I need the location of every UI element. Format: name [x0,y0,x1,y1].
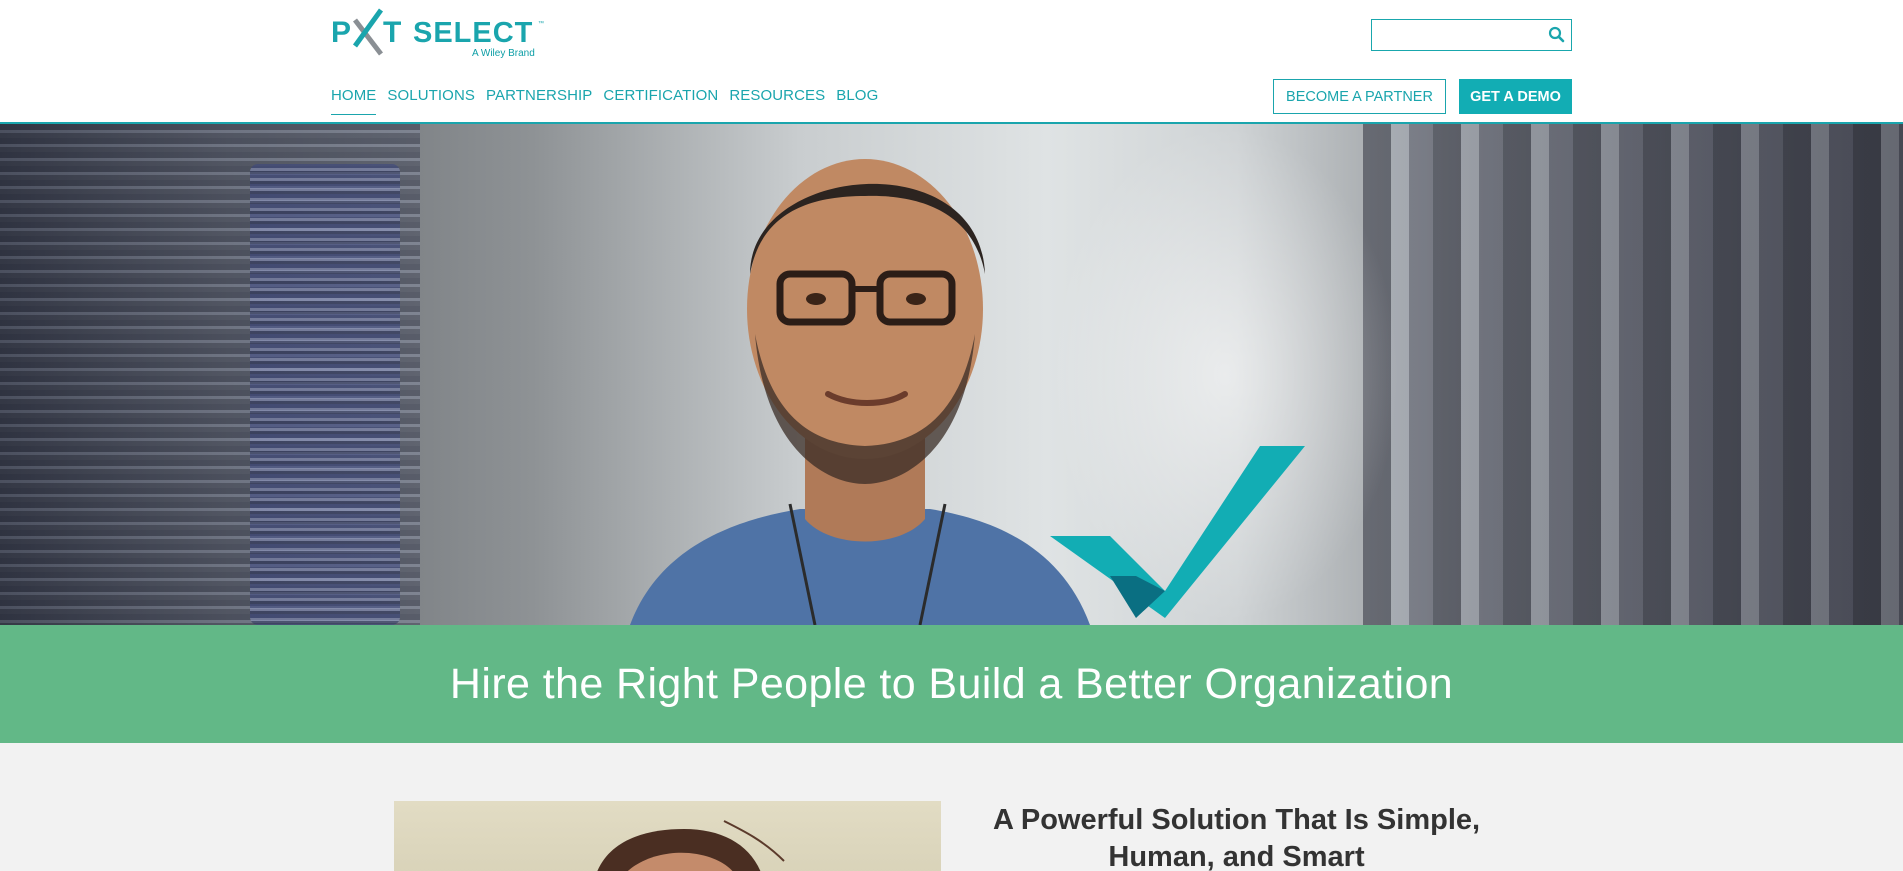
site-header: P T SELECT ™ A Wiley Brand HOME SOLUTION… [0,0,1903,124]
svg-text:T: T [383,16,401,49]
search-input[interactable] [1372,20,1540,50]
nav-item-solutions[interactable]: SOLUTIONS [387,85,475,115]
woman-portrait-image [597,820,785,871]
nav-item-resources[interactable]: RESOURCES [729,85,825,115]
server-cables [250,164,400,625]
nav-item-home[interactable]: HOME [331,85,377,115]
nav-item-partnership[interactable]: PARTNERSHIP [486,85,592,115]
main-nav: HOME SOLUTIONS PARTNERSHIP CERTIFICATION… [331,85,889,115]
hero-image [0,124,1903,625]
become-partner-button[interactable]: BECOME A PARTNER [1273,79,1446,114]
svg-text:P: P [331,16,351,49]
search-icon[interactable] [1547,25,1567,45]
svg-text:SELECT: SELECT [413,17,533,49]
feature-title: A Powerful Solution That Is Simple, Huma… [992,804,1481,871]
feature-section: A Powerful Solution That Is Simple, Huma… [0,743,1903,871]
man-portrait [630,159,1090,625]
checkmark-icon [1050,446,1305,618]
nav-item-certification[interactable]: CERTIFICATION [603,85,718,115]
server-rack-right [1363,124,1903,625]
svg-text:™: ™ [538,20,544,27]
woman-portrait-photo [394,801,941,871]
nav-item-blog[interactable]: BLOG [836,85,878,115]
hero-headline: Hire the Right People to Build a Better … [449,659,1454,708]
search-box [1371,19,1572,51]
headline-banner: Hire the Right People to Build a Better … [0,625,1903,743]
get-demo-button[interactable]: GET A DEMO [1459,79,1572,114]
brand-subtitle: A Wiley Brand [472,48,535,59]
